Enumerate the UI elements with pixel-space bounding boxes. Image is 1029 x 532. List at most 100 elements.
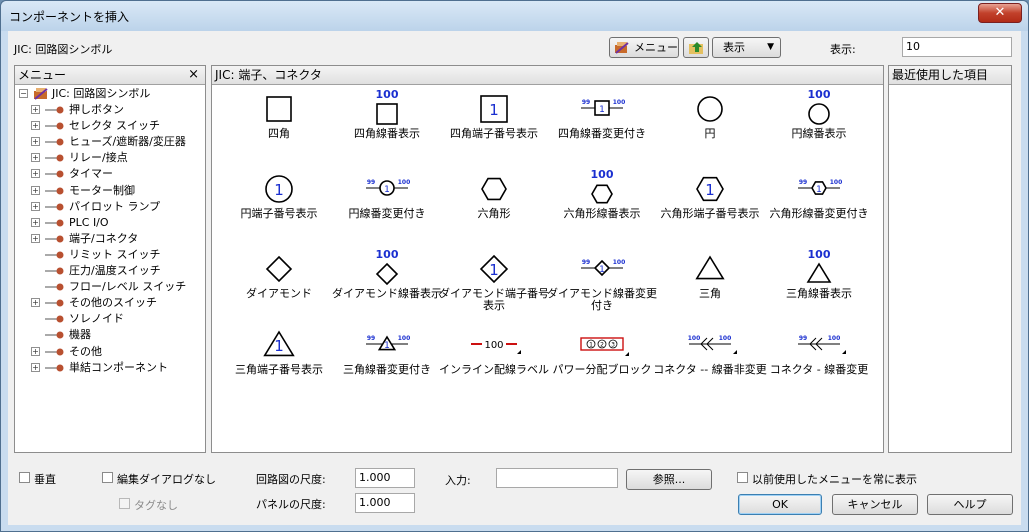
symbols-panel-header: JIC: 端子、コネクタ — [212, 66, 883, 85]
tree-item[interactable]: + 単結コンポーネント — [19, 360, 205, 376]
symbol-tile-triangle-wire[interactable]: 100 三角線番表示 — [764, 248, 874, 328]
collapse-icon[interactable]: − — [19, 89, 28, 98]
expand-icon[interactable]: + — [31, 121, 40, 131]
display-count-field[interactable]: 10 — [902, 37, 1012, 57]
expand-icon[interactable]: + — [31, 169, 40, 179]
symbol-tile-diamond-change[interactable]: 1 99 100 ダイアモンド線番変更付き — [547, 248, 657, 328]
tree-item[interactable]: 機器 — [19, 327, 205, 343]
no-tag-checkbox[interactable] — [119, 498, 130, 509]
tree-item[interactable]: リミット スイッチ — [19, 247, 205, 263]
symbol-tile-diamond[interactable]: ダイアモンド — [224, 248, 334, 328]
cancel-button[interactable]: キャンセル — [832, 494, 918, 515]
tree-item-label: ヒューズ/遮断器/変圧器 — [69, 135, 186, 149]
hexagon-icon — [481, 177, 507, 201]
symbol-label: コネクタ - 線番変更 — [769, 363, 869, 376]
panel-scale-field[interactable]: 1.000 — [355, 493, 415, 513]
browse-button[interactable]: 参照... — [626, 469, 712, 490]
menu-icon — [615, 42, 629, 54]
symbol-tile-connector-change[interactable]: 99 100 コネクタ - 線番変更 — [764, 324, 874, 404]
symbol-tile-hexagon-terminal[interactable]: 1 六角形端子番号表示 — [655, 168, 765, 248]
expand-icon[interactable]: + — [31, 298, 40, 308]
input-field[interactable] — [496, 468, 618, 488]
symbol-tile-circle-terminal[interactable]: 1 円端子番号表示 — [224, 168, 334, 248]
tree-item[interactable]: + パイロット ランプ — [19, 199, 205, 215]
no-edit-dialog-checkbox[interactable] — [102, 472, 113, 483]
component-node-icon — [45, 283, 64, 291]
always-show-menu-checkbox[interactable] — [737, 472, 748, 483]
expand-icon[interactable]: + — [31, 105, 40, 114]
tree-item[interactable]: + その他のスイッチ — [19, 295, 205, 311]
no-edit-dialog-label: 編集ダイアログなし — [117, 473, 216, 486]
vertical-checkbox[interactable] — [19, 472, 30, 483]
component-node-icon — [45, 331, 64, 339]
symbol-tile-hexagon-change[interactable]: 1 99 100 六角形線番変更付き — [764, 168, 874, 248]
navigate-up-button[interactable] — [683, 37, 709, 58]
svg-text:100: 100 — [484, 340, 503, 351]
ok-button[interactable]: OK — [738, 494, 822, 515]
tree-item[interactable]: + 押しボタン — [19, 102, 205, 118]
tree-root-label: JIC: 回路図シンボル — [52, 87, 151, 100]
symbol-label: 円線番表示 — [791, 127, 847, 140]
tree-item[interactable]: + タイマー — [19, 166, 205, 182]
symbol-tile-circle-wire[interactable]: 100 円線番表示 — [764, 88, 874, 168]
library-path: JIC: 回路図シンボル — [14, 43, 113, 56]
symbol-tile-circle[interactable]: 円 — [655, 88, 765, 168]
menu-button[interactable]: メニュー — [609, 37, 679, 58]
symbol-label: 六角形端子番号表示 — [660, 207, 760, 220]
symbol-tile-circle-change[interactable]: 1 99 100 円線番変更付き — [332, 168, 442, 248]
svg-text:100: 100 — [398, 335, 411, 342]
svg-text:99: 99 — [799, 335, 807, 342]
svg-text:1: 1 — [599, 265, 605, 275]
symbol-label: 円端子番号表示 — [240, 207, 318, 220]
help-button[interactable]: ヘルプ — [927, 494, 1013, 515]
expand-icon[interactable]: + — [31, 153, 40, 163]
square-change-icon: 1 99 100 — [581, 99, 625, 116]
connector-change-icon: 99 100 — [798, 335, 846, 354]
symbol-label: 四角線番変更付き — [558, 127, 646, 140]
symbol-tile-inline-wire[interactable]: 100 インライン配線ラベル — [439, 324, 549, 404]
tree-item[interactable]: ソレノイド — [19, 311, 205, 327]
close-button[interactable]: ✕ — [978, 3, 1022, 23]
tree-item[interactable]: + その他 — [19, 344, 205, 360]
symbol-tile-square-terminal[interactable]: 1 四角端子番号表示 — [439, 88, 549, 168]
symbol-tile-square-wire[interactable]: 100 四角線番表示 — [332, 88, 442, 168]
title-bar: コンポーネントを挿入 ✕ — [1, 1, 1028, 31]
triangle-icon — [695, 255, 725, 280]
symbol-tile-square-change[interactable]: 1 99 100 四角線番変更付き — [547, 88, 657, 168]
symbol-tile-diamond-terminal[interactable]: 1 ダイアモンド端子番号表示 — [439, 248, 549, 328]
tree-item[interactable]: + PLC I/O — [19, 215, 205, 231]
close-icon[interactable]: × — [188, 66, 199, 84]
view-dropdown[interactable]: 表示 ▼ — [712, 37, 781, 58]
menu-tree: − JIC: 回路図シンボル + 押しボタン + セレクタ スイッチ + ヒューズ/遮断器/変… — [15, 86, 205, 452]
schematic-scale-field[interactable]: 1.000 — [355, 468, 415, 488]
symbol-tile-diamond-wire[interactable]: 100 ダイアモンド線番表示 — [332, 248, 442, 328]
svg-text:100: 100 — [688, 335, 701, 342]
symbol-tile-power-block[interactable]: 1 2 3 パワー分配ブロック — [547, 324, 657, 404]
svg-text:100: 100 — [828, 335, 841, 342]
tree-item[interactable]: + ヒューズ/遮断器/変圧器 — [19, 134, 205, 150]
tree-item[interactable]: 圧力/温度スイッチ — [19, 263, 205, 279]
tree-item[interactable]: + セレクタ スイッチ — [19, 118, 205, 134]
tree-item[interactable]: + 端子/コネクタ — [19, 231, 205, 247]
expand-icon[interactable]: + — [31, 346, 40, 356]
expand-icon[interactable]: + — [31, 137, 40, 147]
expand-icon[interactable]: + — [31, 362, 40, 372]
tree-item[interactable]: + モーター制御 — [19, 183, 205, 199]
expand-icon[interactable]: + — [31, 185, 40, 195]
symbol-tile-square[interactable]: 四角 — [224, 88, 334, 168]
expand-icon[interactable]: + — [31, 233, 40, 243]
symbol-tile-triangle-change[interactable]: 1 99 100 三角線番変更付き — [332, 324, 442, 404]
symbol-tile-hexagon-wire[interactable]: 100 六角形線番表示 — [547, 168, 657, 248]
recent-panel-header: 最近使用した項目 — [889, 66, 1011, 85]
symbol-tile-hexagon[interactable]: 六角形 — [439, 168, 549, 248]
tree-item-label: モーター制御 — [69, 183, 135, 197]
tree-item[interactable]: + リレー/接点 — [19, 150, 205, 166]
symbol-tile-triangle[interactable]: 三角 — [655, 248, 765, 328]
symbol-label: 円 — [704, 127, 716, 140]
symbol-tile-triangle-terminal[interactable]: 1 三角端子番号表示 — [224, 324, 334, 404]
expand-icon[interactable]: + — [31, 201, 40, 211]
expand-icon[interactable]: + — [31, 217, 40, 227]
tree-item[interactable]: フロー/レベル スイッチ — [19, 279, 205, 295]
symbol-tile-connector-nochange[interactable]: 100 100 コネクタ -- 線番非変更 — [653, 324, 767, 404]
tree-item-label: その他のスイッチ — [69, 296, 157, 310]
